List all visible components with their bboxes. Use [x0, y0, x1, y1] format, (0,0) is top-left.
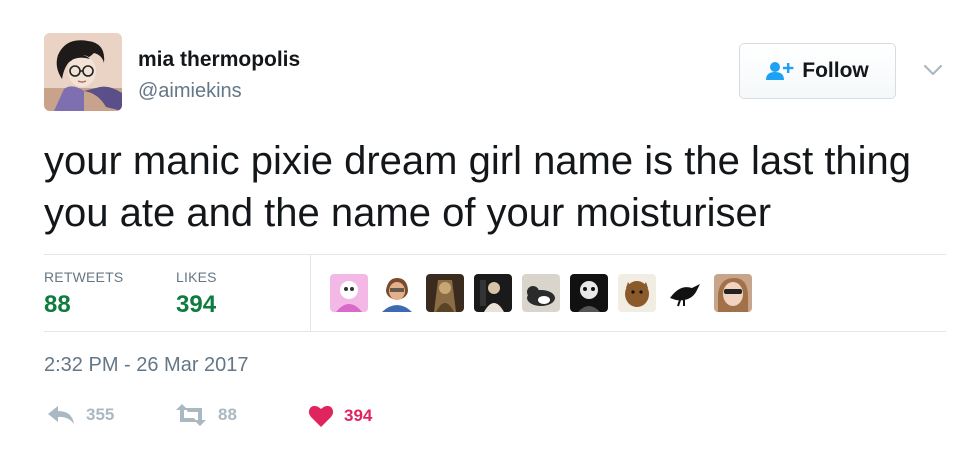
retweet-icon — [176, 404, 206, 426]
stats-divider — [310, 255, 311, 331]
retweet-count: 88 — [218, 405, 237, 424]
avatar-illustration — [44, 33, 122, 111]
likers-avatars — [330, 274, 752, 312]
retweets-stat[interactable]: RETWEETS 88 — [44, 269, 123, 319]
liker-avatar-5[interactable] — [522, 274, 560, 312]
user-avatar[interactable] — [44, 33, 122, 111]
liker-avatar-2[interactable] — [378, 274, 416, 312]
tweet-text-line: your manic pixie dream girl name is the … — [44, 139, 912, 183]
liker-avatar-8[interactable] — [666, 274, 704, 312]
liker-avatar-image — [378, 274, 416, 312]
liker-avatar-image — [330, 274, 368, 312]
retweets-value: 88 — [44, 291, 71, 318]
liker-avatar-6[interactable] — [570, 274, 608, 312]
reply-count: 355 — [86, 405, 115, 424]
liker-avatar-7[interactable] — [618, 274, 656, 312]
likes-stat[interactable]: LIKES 394 — [176, 269, 217, 319]
follow-label: Follow — [802, 59, 869, 82]
follow-button[interactable]: Follow — [739, 43, 896, 99]
add-user-icon — [766, 62, 794, 80]
user-handle[interactable]: @aimiekins — [138, 80, 242, 103]
heart-icon — [308, 405, 334, 427]
liker-avatar-3[interactable] — [426, 274, 464, 312]
likes-label: LIKES — [176, 269, 217, 285]
tweet-text-line: you ate and the name of your moisturiser — [44, 191, 772, 235]
liker-avatar-4[interactable] — [474, 274, 512, 312]
liker-avatar-image — [714, 274, 752, 312]
liker-avatar-image — [666, 274, 704, 312]
liker-avatar-image — [522, 274, 560, 312]
like-button[interactable]: 394 — [308, 404, 372, 428]
reply-button[interactable]: 355 — [46, 404, 114, 426]
chevron-down-icon — [923, 64, 943, 76]
liker-avatar-image — [426, 274, 464, 312]
retweets-label: RETWEETS — [44, 269, 124, 285]
reply-icon — [48, 406, 74, 424]
display-name[interactable]: mia thermopolis — [138, 48, 300, 72]
liker-avatar-1[interactable] — [330, 274, 368, 312]
tweet-timestamp[interactable]: 2:32 PM - 26 Mar 2017 — [44, 354, 249, 377]
more-options-button[interactable] — [922, 62, 944, 78]
tweet-text: your manic pixie dream girl name is the … — [44, 135, 944, 239]
liker-avatar-image — [618, 274, 656, 312]
tweet-card: mia thermopolis @aimiekins Follow your m… — [0, 0, 980, 463]
tweet-stats: RETWEETS 88 LIKES 394 — [44, 254, 946, 332]
likes-value: 394 — [176, 291, 217, 318]
like-count: 394 — [344, 406, 373, 425]
retweet-button[interactable]: 88 — [174, 404, 237, 426]
liker-avatar-image — [474, 274, 512, 312]
liker-avatar-9[interactable] — [714, 274, 752, 312]
liker-avatar-image — [570, 274, 608, 312]
